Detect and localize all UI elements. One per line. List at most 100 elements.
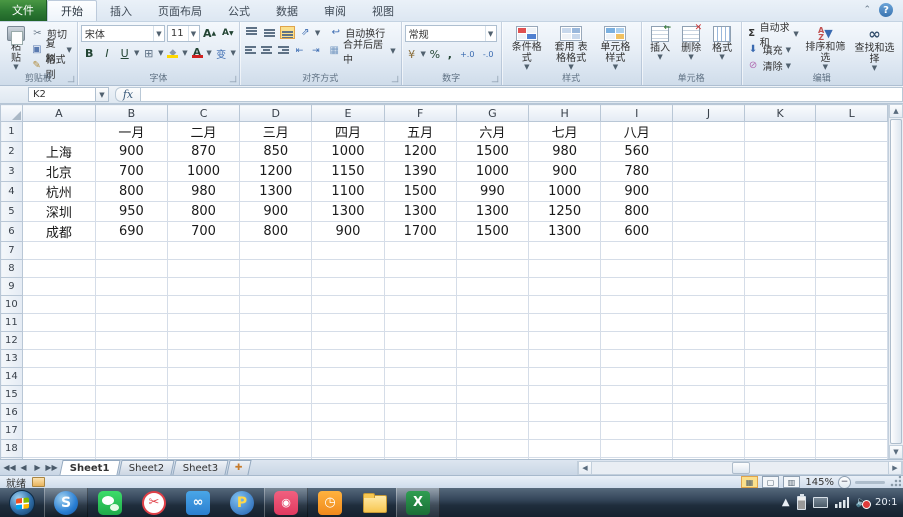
- network-signal-icon[interactable]: [834, 497, 849, 508]
- file-explorer[interactable]: [352, 488, 396, 517]
- cell-J3[interactable]: [672, 161, 745, 182]
- start-button[interactable]: [0, 488, 44, 517]
- cell-E17[interactable]: [311, 421, 385, 440]
- cell-I14[interactable]: [600, 367, 674, 386]
- column-header-B[interactable]: B: [94, 104, 168, 122]
- horizontal-scroll-thumb[interactable]: [732, 461, 750, 474]
- align-top-button[interactable]: [243, 25, 260, 40]
- cell-H14[interactable]: [528, 367, 602, 386]
- decrease-decimal-button[interactable]: -.0: [479, 46, 498, 62]
- column-header-C[interactable]: C: [166, 104, 241, 122]
- cell-K11[interactable]: [743, 313, 817, 332]
- cell-E14[interactable]: [311, 367, 385, 386]
- row-header-13[interactable]: 13: [0, 349, 23, 368]
- cell-C17[interactable]: [166, 421, 241, 440]
- cell-F4[interactable]: 1500: [383, 181, 457, 202]
- cell-H10[interactable]: [528, 295, 602, 314]
- cell-H18[interactable]: [528, 439, 602, 458]
- cell-A9[interactable]: [21, 277, 96, 296]
- increase-indent-button[interactable]: ⇥: [308, 43, 323, 58]
- column-header-J[interactable]: J: [672, 104, 745, 122]
- name-box-dropdown[interactable]: ▼: [96, 87, 109, 102]
- hidden-icons-icon[interactable]: ▲: [782, 497, 790, 508]
- cell-E12[interactable]: [311, 331, 385, 350]
- cell-I5[interactable]: 800: [600, 201, 674, 222]
- cell-H11[interactable]: [528, 313, 602, 332]
- row-header-10[interactable]: 10: [0, 295, 23, 314]
- cell-A13[interactable]: [21, 349, 96, 368]
- chevron-down-icon[interactable]: ▼: [421, 51, 426, 58]
- cell-A4[interactable]: 杭州: [21, 181, 96, 202]
- tab-3[interactable]: 公式: [215, 0, 263, 21]
- cell-A15[interactable]: [21, 385, 96, 404]
- chevron-down-icon[interactable]: ▼: [182, 50, 187, 57]
- select-all-corner[interactable]: [0, 104, 23, 122]
- cell-B12[interactable]: [94, 331, 168, 350]
- cell-D5[interactable]: 900: [239, 201, 313, 222]
- cell-B3[interactable]: 700: [94, 161, 168, 182]
- cell-I7[interactable]: [600, 241, 674, 260]
- cell-G16[interactable]: [455, 403, 530, 422]
- cell-F2[interactable]: 1200: [383, 141, 457, 162]
- cell-L7[interactable]: [815, 241, 888, 260]
- tab-4[interactable]: 数据: [263, 0, 311, 21]
- zoom-out-button[interactable]: −: [838, 475, 851, 489]
- vertical-scrollbar[interactable]: ▲ ▼: [888, 104, 903, 459]
- cell-C12[interactable]: [166, 331, 241, 350]
- collapse-ribbon-icon[interactable]: ⌃: [863, 5, 871, 15]
- cell-C10[interactable]: [166, 295, 241, 314]
- cell-K5[interactable]: [743, 201, 817, 222]
- cell-K8[interactable]: [743, 259, 817, 278]
- cell-E7[interactable]: [311, 241, 385, 260]
- row-header-7[interactable]: 7: [0, 241, 23, 260]
- cell-J17[interactable]: [672, 421, 745, 440]
- number-format-combo[interactable]: 常规 ▼: [404, 25, 497, 42]
- cell-B16[interactable]: [94, 403, 168, 422]
- next-sheet-icon[interactable]: ▶: [31, 463, 44, 472]
- cell-I3[interactable]: 780: [600, 161, 674, 182]
- cell-F13[interactable]: [383, 349, 457, 368]
- cell-L1[interactable]: [815, 121, 888, 142]
- cell-L3[interactable]: [815, 161, 888, 182]
- cell-J8[interactable]: [672, 259, 745, 278]
- cell-J5[interactable]: [672, 201, 745, 222]
- cell-G4[interactable]: 990: [455, 181, 530, 202]
- cell-L15[interactable]: [815, 385, 888, 404]
- row-header-18[interactable]: 18: [0, 439, 23, 458]
- cell-B4[interactable]: 800: [94, 181, 168, 202]
- tab-5[interactable]: 审阅: [311, 0, 359, 21]
- cell-J7[interactable]: [672, 241, 745, 260]
- cell-F6[interactable]: 1700: [383, 221, 457, 242]
- cell-G7[interactable]: [455, 241, 530, 260]
- cell-K2[interactable]: [743, 141, 817, 162]
- help-icon[interactable]: ?: [879, 3, 893, 17]
- cell-A18[interactable]: [21, 439, 96, 458]
- cell-D14[interactable]: [239, 367, 313, 386]
- row-header-17[interactable]: 17: [0, 421, 23, 440]
- cell-C2[interactable]: 870: [166, 141, 241, 162]
- screen-recorder[interactable]: ◉: [264, 488, 308, 517]
- cell-A11[interactable]: [21, 313, 96, 332]
- italic-button[interactable]: I: [99, 45, 116, 61]
- cell-I8[interactable]: [600, 259, 674, 278]
- grow-font-button[interactable]: A ▲: [202, 25, 218, 41]
- schedule-app[interactable]: ◷: [308, 488, 352, 517]
- tab-2[interactable]: 页面布局: [145, 0, 215, 21]
- scroll-up-icon[interactable]: ▲: [889, 104, 903, 118]
- alignment-dialog-launcher[interactable]: [391, 75, 398, 83]
- cell-C8[interactable]: [166, 259, 241, 278]
- cell-F14[interactable]: [383, 367, 457, 386]
- cell-L16[interactable]: [815, 403, 888, 422]
- cell-B15[interactable]: [94, 385, 168, 404]
- sogou-browser[interactable]: S: [44, 488, 88, 517]
- normal-view-button[interactable]: ▦: [741, 476, 758, 488]
- format-as-table-button[interactable]: 套用 表格格式 ▼: [549, 24, 593, 72]
- column-header-L[interactable]: L: [815, 104, 888, 122]
- comma-button[interactable]: ,: [444, 46, 456, 62]
- underline-button[interactable]: U: [116, 45, 133, 61]
- tab-1[interactable]: 插入: [97, 0, 145, 21]
- cell-G18[interactable]: [455, 439, 530, 458]
- cell-A14[interactable]: [21, 367, 96, 386]
- cell-A10[interactable]: [21, 295, 96, 314]
- fill-color-button[interactable]: ◆: [165, 45, 182, 61]
